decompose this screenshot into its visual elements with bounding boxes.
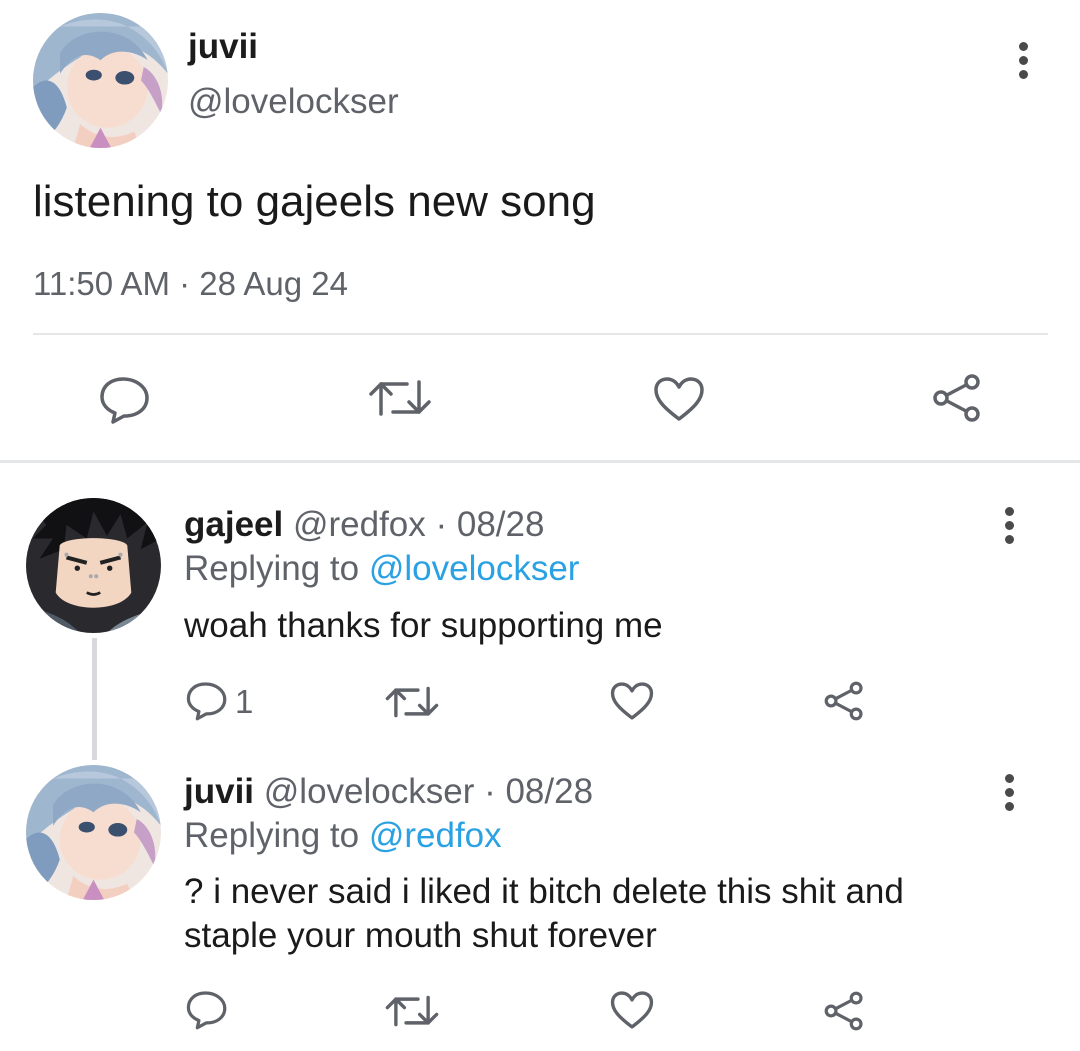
like-icon[interactable] (610, 990, 654, 1030)
avatar-juvii[interactable] (26, 765, 161, 900)
replying-to-line: Replying to @lovelockser (184, 549, 579, 589)
retweet-icon[interactable] (384, 683, 440, 721)
replying-to-label: Replying to (184, 816, 360, 855)
retweet-icon[interactable] (384, 992, 440, 1030)
like-icon[interactable] (653, 376, 705, 422)
reply-text: woah thanks for supporting me (184, 606, 663, 645)
share-icon[interactable] (823, 990, 865, 1032)
share-icon[interactable] (931, 374, 983, 422)
reply-text-line-2: staple your mouth shut forever (184, 916, 657, 955)
replying-to-link[interactable]: @lovelockser (369, 549, 580, 588)
share-icon[interactable] (823, 680, 865, 722)
like-icon[interactable] (610, 681, 654, 721)
avatar-juvii[interactable] (33, 13, 168, 148)
reply-header: juvii @lovelockser · 08/28 (184, 772, 593, 812)
section-divider (0, 460, 1080, 463)
replying-to-link[interactable]: @redfox (369, 816, 502, 855)
display-name[interactable]: juvii (184, 772, 254, 811)
display-name[interactable]: gajeel (184, 505, 283, 544)
more-options-icon[interactable] (1003, 507, 1015, 549)
reply-header: gajeel @redfox · 08/28 (184, 505, 544, 545)
divider (33, 333, 1048, 335)
more-options-icon[interactable] (1003, 774, 1015, 816)
avatar-gajeel[interactable] (26, 498, 161, 633)
replying-to-label: Replying to (184, 549, 360, 588)
reply-icon[interactable] (186, 990, 228, 1030)
display-name[interactable]: juvii (188, 27, 258, 67)
more-options-icon[interactable] (1017, 42, 1029, 84)
reply-text-line-1: ? i never said i liked it bitch delete t… (184, 872, 904, 911)
handle-date[interactable]: @redfox · 08/28 (293, 505, 545, 544)
reply-count: 1 (235, 683, 254, 720)
handle[interactable]: @lovelockser (188, 82, 399, 122)
thread-line (92, 638, 97, 760)
timestamp[interactable]: 11:50 AM · 28 Aug 24 (33, 264, 348, 304)
handle-date[interactable]: @lovelockser · 08/28 (264, 772, 593, 811)
replying-to-line: Replying to @redfox (184, 816, 502, 856)
reply-icon[interactable] (186, 681, 228, 721)
reply-icon[interactable] (99, 376, 151, 424)
tweet-text: listening to gajeels new song (33, 177, 596, 226)
retweet-icon[interactable] (367, 376, 433, 420)
